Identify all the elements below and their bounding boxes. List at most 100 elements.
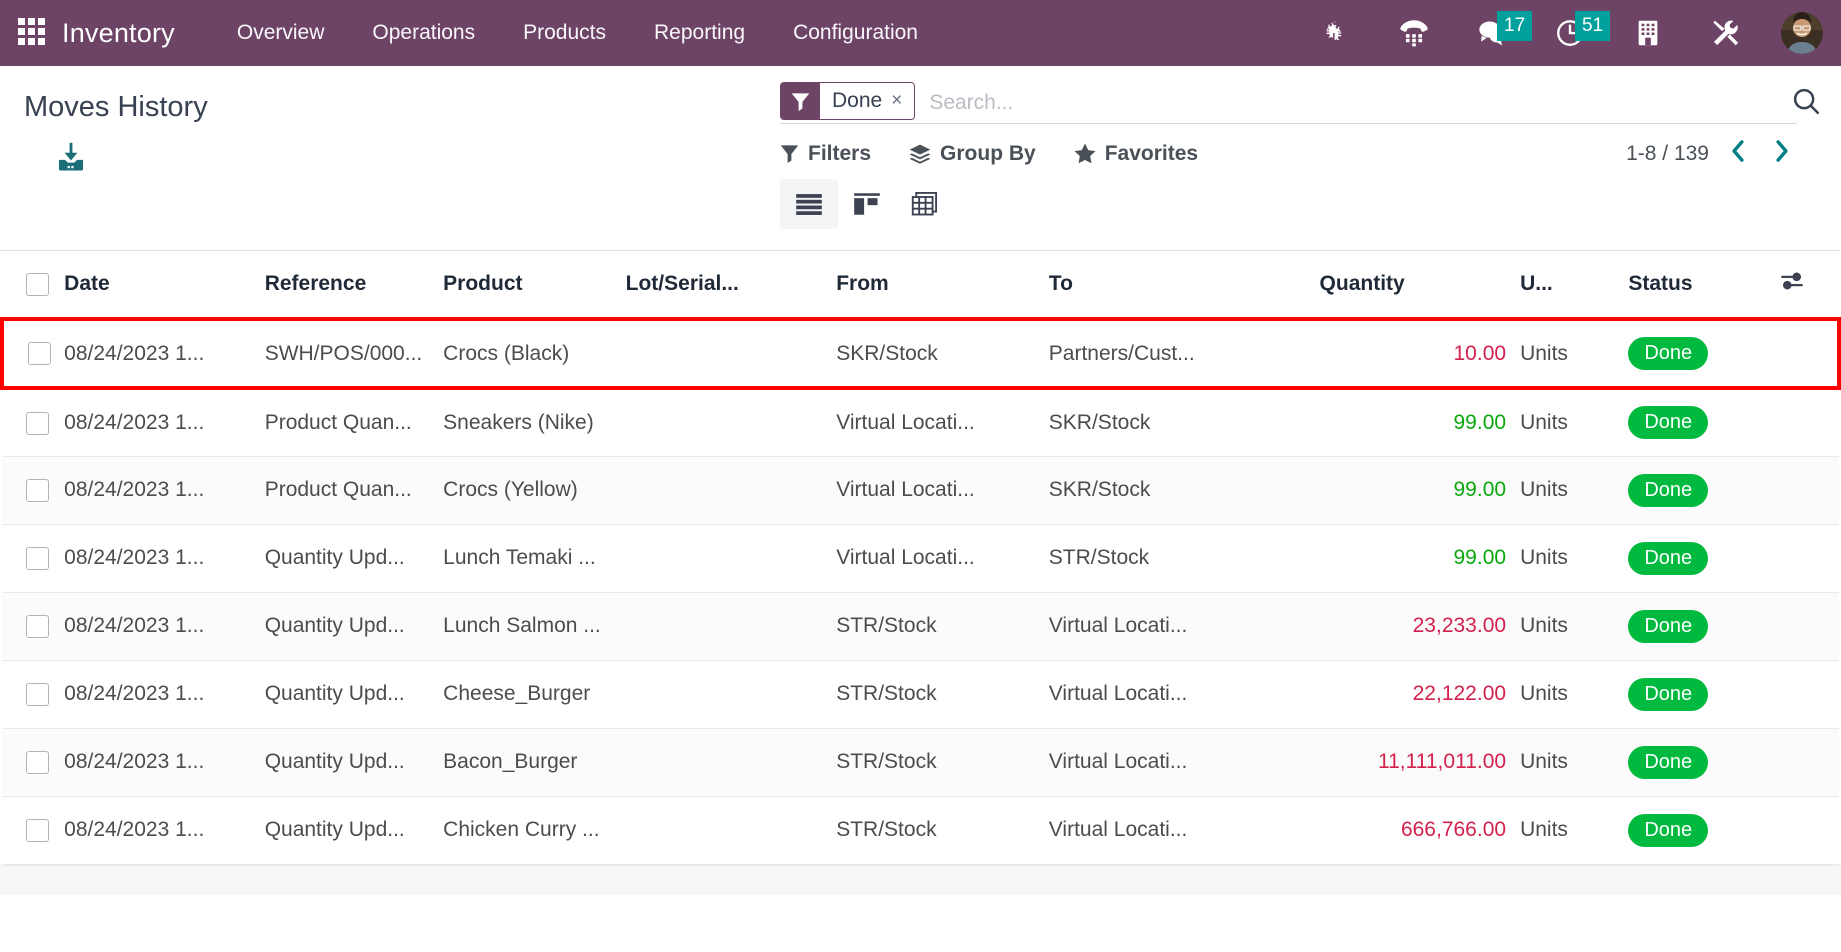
row-checkbox[interactable]	[26, 478, 49, 502]
pager: 1-8 / 139	[1626, 138, 1797, 169]
menu-operations[interactable]: Operations	[348, 21, 499, 45]
cell-quantity: 99.00	[1319, 524, 1521, 593]
top-navbar: Inventory Overview Operations Products R…	[0, 0, 1841, 66]
pivot-view-button[interactable]	[896, 179, 954, 229]
column-options-icon[interactable]	[1779, 270, 1805, 298]
table-row[interactable]: 08/24/2023 1... Quantity Upd... Lunch Salm…	[2, 592, 1839, 661]
menu-overview[interactable]: Overview	[213, 21, 349, 45]
cell-product: Lunch Temaki ...	[443, 524, 626, 593]
table-row[interactable]: 08/24/2023 1... Product Quan... Sneakers (…	[2, 388, 1839, 457]
user-avatar[interactable]	[1781, 12, 1823, 54]
group-by-label: Group By	[940, 141, 1036, 165]
cell-uom: Units	[1520, 317, 1629, 390]
activities-badge-count: 51	[1575, 11, 1611, 41]
column-header-date[interactable]: Date	[64, 251, 265, 320]
search-facet-done[interactable]: Done ×	[780, 82, 916, 120]
favorites-label: Favorites	[1104, 141, 1199, 165]
table-header-row: Date Reference Product Lot/Serial... Fro…	[2, 251, 1839, 320]
table-row[interactable]: 08/24/2023 1... Product Quan... Crocs (Yel…	[2, 456, 1839, 525]
quantity-value: 22,122.00	[1412, 682, 1507, 705]
table-row[interactable]: 08/24/2023 1... SWH/POS/000... Crocs (Blac…	[0, 317, 1841, 390]
status-badge: Done	[1628, 813, 1709, 847]
row-checkbox[interactable]	[26, 818, 49, 842]
control-panel-right: Done × Filters	[780, 66, 1841, 250]
pager-count[interactable]: 1-8 / 139	[1626, 142, 1709, 166]
select-all-checkbox[interactable]	[26, 272, 49, 296]
list-view-button[interactable]	[780, 179, 838, 229]
pager-previous-button[interactable]	[1723, 138, 1753, 169]
table-row[interactable]: 08/24/2023 1... Quantity Upd... Bacon_Burg…	[2, 728, 1839, 797]
row-checkbox[interactable]	[26, 546, 49, 570]
cell-reference: Product Quan...	[264, 388, 444, 457]
cell-reference: Quantity Upd...	[264, 524, 444, 593]
column-header-quantity[interactable]: Quantity	[1319, 251, 1521, 320]
row-checkbox[interactable]	[26, 614, 49, 638]
cell-lot-serial	[625, 317, 837, 390]
table-row[interactable]: 08/24/2023 1... Quantity Upd... Chicken Cu…	[2, 796, 1839, 865]
row-checkbox[interactable]	[28, 342, 51, 366]
row-select-cell	[2, 524, 65, 593]
cell-uom: Units	[1520, 456, 1629, 525]
debug-tools-icon[interactable]	[1709, 16, 1743, 50]
messages-icon[interactable]: 17	[1475, 11, 1533, 50]
cell-to: Partners/Cust...	[1048, 317, 1320, 390]
table-header: Date Reference Product Lot/Serial... Fro…	[2, 251, 1839, 320]
search-icon[interactable]	[1791, 86, 1821, 121]
cell-quantity: 23,233.00	[1319, 592, 1521, 661]
cell-reference: SWH/POS/000...	[264, 317, 444, 390]
status-badge: Done	[1628, 337, 1709, 370]
quantity-value: 99.00	[1453, 410, 1507, 434]
voip-dialpad-icon[interactable]	[1397, 16, 1431, 50]
column-header-uom[interactable]: U...	[1520, 251, 1629, 320]
menu-products[interactable]: Products	[499, 21, 630, 45]
filters-dropdown[interactable]: Filters	[780, 142, 871, 166]
column-header-status[interactable]: Status	[1628, 251, 1779, 320]
app-brand-inventory[interactable]: Inventory	[62, 18, 175, 49]
cell-to: Virtual Locati...	[1048, 728, 1320, 797]
menu-reporting[interactable]: Reporting	[630, 21, 769, 45]
cell-spacer	[1778, 524, 1839, 593]
activities-clock-icon[interactable]: 51	[1553, 11, 1611, 50]
pager-next-button[interactable]	[1767, 138, 1797, 169]
column-header-lot-serial[interactable]: Lot/Serial...	[625, 251, 837, 320]
bug-icon[interactable]	[1319, 16, 1353, 50]
status-badge: Done	[1628, 473, 1709, 507]
cell-status: Done	[1628, 728, 1779, 797]
apps-grid-icon[interactable]	[18, 18, 48, 48]
cell-uom: Units	[1520, 524, 1629, 593]
cell-from: STR/Stock	[836, 660, 1049, 729]
search-facet-remove-icon[interactable]: ×	[891, 90, 902, 112]
table-row[interactable]: 08/24/2023 1... Quantity Upd... Cheese_Bur…	[2, 660, 1839, 729]
column-header-reference[interactable]: Reference	[264, 251, 444, 320]
cell-quantity: 99.00	[1319, 388, 1521, 457]
cell-reference: Quantity Upd...	[264, 728, 444, 797]
row-select-cell	[0, 317, 65, 390]
menu-configuration[interactable]: Configuration	[769, 21, 942, 45]
row-checkbox[interactable]	[26, 682, 49, 706]
kanban-view-button[interactable]	[838, 179, 896, 229]
search-input[interactable]	[915, 82, 1797, 123]
column-header-product[interactable]: Product	[443, 251, 626, 320]
status-badge: Done	[1628, 745, 1709, 779]
column-header-from[interactable]: From	[836, 251, 1049, 320]
cell-to: SKR/Stock	[1048, 456, 1320, 525]
company-building-icon[interactable]	[1631, 16, 1665, 50]
cell-lot-serial	[625, 456, 837, 525]
row-checkbox[interactable]	[26, 411, 49, 435]
group-by-dropdown[interactable]: Group By	[909, 142, 1036, 166]
favorites-dropdown[interactable]: Favorites	[1074, 142, 1198, 166]
import-download-icon[interactable]	[54, 140, 88, 179]
star-icon	[1074, 143, 1096, 164]
moves-history-table: Date Reference Product Lot/Serial... Fro…	[0, 251, 1841, 865]
cell-product: Bacon_Burger	[443, 728, 626, 797]
select-all-header	[2, 251, 65, 320]
row-checkbox[interactable]	[26, 750, 49, 774]
group-by-layers-icon	[909, 144, 931, 164]
cell-from: Virtual Locati...	[836, 524, 1049, 593]
view-switcher	[780, 179, 1821, 229]
cell-to: Virtual Locati...	[1048, 796, 1320, 865]
table-row[interactable]: 08/24/2023 1... Quantity Upd... Lunch Tema…	[2, 524, 1839, 593]
cell-product: Cheese_Burger	[443, 660, 626, 729]
column-header-to[interactable]: To	[1048, 251, 1320, 320]
messages-badge-count: 17	[1497, 11, 1533, 41]
